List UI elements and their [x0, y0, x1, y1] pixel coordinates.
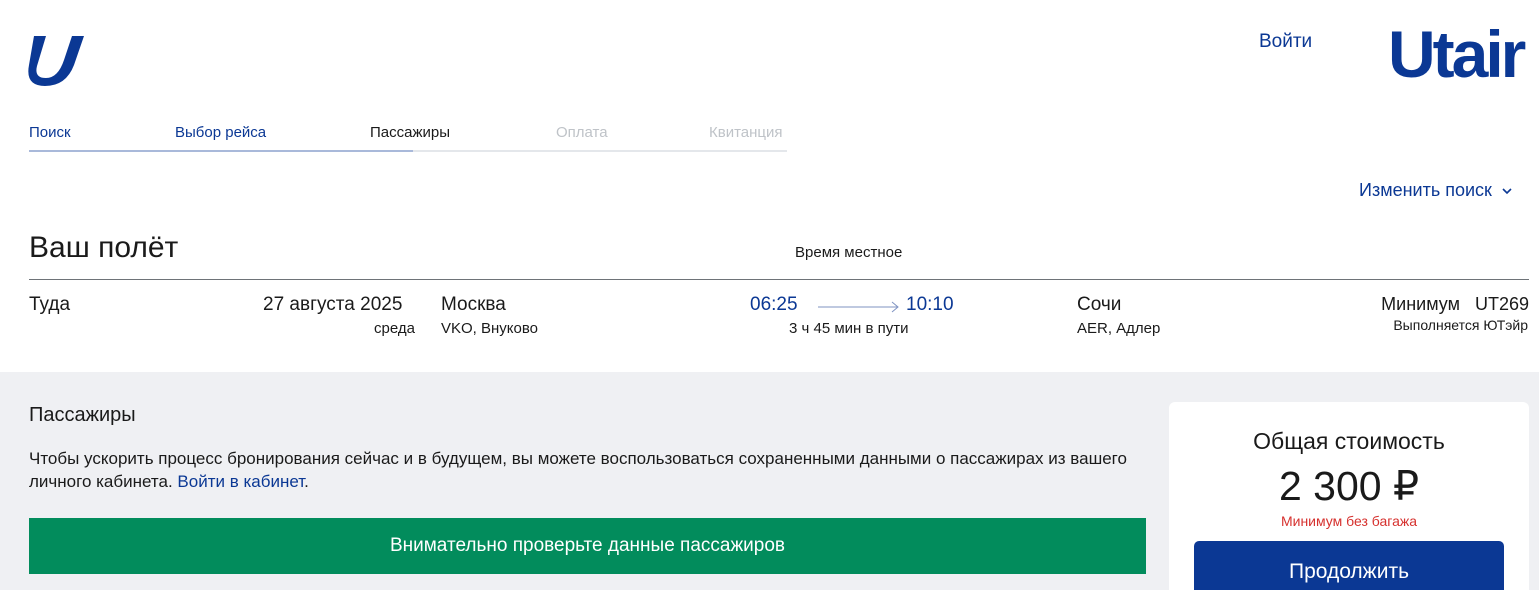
step-passengers: Пассажиры — [370, 124, 451, 141]
fare-name: Минимум — [1381, 294, 1460, 314]
arrival-city: Сочи — [1077, 294, 1122, 315]
change-search-label: Изменить поиск — [1359, 180, 1492, 200]
passengers-heading: Пассажиры — [29, 404, 136, 426]
arrival-time: 10:10 — [906, 294, 954, 315]
departure-city: Москва — [441, 294, 506, 315]
step-receipt: Квитанция — [709, 124, 783, 141]
passengers-description: Чтобы ускорить процесс бронирования сейч… — [29, 447, 1139, 493]
flight-weekday: среда — [374, 320, 415, 337]
fare-baggage-note: Минимум без багажа — [1280, 513, 1418, 529]
step-search[interactable]: Поиск — [29, 124, 71, 141]
chevron-down-icon — [1502, 187, 1512, 194]
steps-progress — [29, 150, 413, 152]
local-time-note: Время местное — [795, 244, 903, 261]
arrow-right-icon — [818, 301, 899, 313]
step-flight-choice[interactable]: Выбор рейса — [175, 124, 266, 141]
description-period: . — [304, 472, 309, 491]
booking-steps: Поиск Выбор рейса Пассажиры Оплата Квита… — [29, 124, 787, 152]
utair-u-logo-icon[interactable] — [28, 32, 86, 86]
booking-page: Войти Utair Поиск Выбор рейса Пассажиры … — [0, 0, 1539, 590]
total-price-label: Общая стоимость — [1253, 428, 1445, 454]
check-passengers-banner: Внимательно проверьте данные пассажиров — [29, 518, 1146, 574]
departure-airport: VKO, Внуково — [441, 320, 539, 337]
flight-section-title: Ваш полёт — [29, 231, 179, 264]
flight-divider — [29, 279, 1529, 280]
continue-button[interactable]: Продолжить — [1194, 541, 1504, 590]
flight-direction: Туда — [29, 294, 71, 315]
login-link[interactable]: Войти — [1259, 31, 1312, 53]
arrival-airport: AER, Адлер — [1077, 320, 1161, 337]
fare-and-flight-number: Минимум UT269 — [1381, 294, 1529, 315]
flight-duration: 3 ч 45 мин в пути — [789, 320, 909, 337]
price-card: Общая стоимость 2 300 ₽ Минимум без бага… — [1169, 402, 1529, 590]
total-price-value: 2 300 ₽ — [1278, 463, 1420, 509]
change-search-button[interactable]: Изменить поиск — [1359, 180, 1514, 201]
flight-operator: Выполняется ЮТэйр — [1393, 317, 1528, 333]
flight-date: 27 августа 2025 — [263, 294, 403, 315]
step-payment: Оплата — [556, 124, 608, 141]
flight-number: UT269 — [1474, 294, 1529, 314]
cabinet-login-link[interactable]: Войти в кабинет — [177, 472, 304, 491]
departure-time: 06:25 — [750, 294, 798, 315]
brand-wordmark[interactable]: Utair — [1388, 21, 1526, 87]
